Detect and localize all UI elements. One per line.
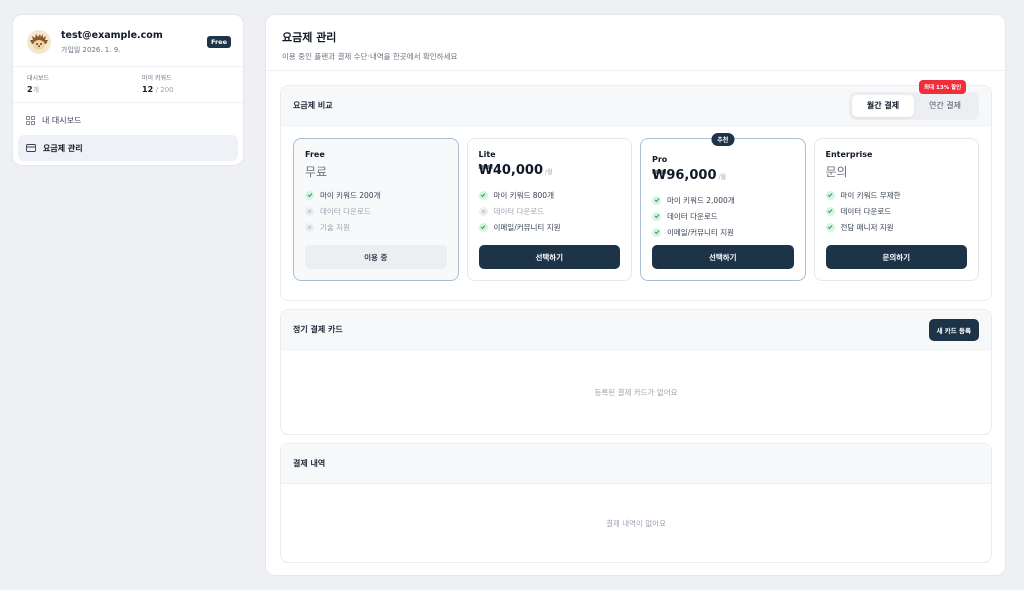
payment-history-header: 결제 내역 [281, 444, 991, 484]
select-pro-button[interactable]: 선택하기 [652, 245, 794, 269]
usage-stats: 대시보드 2개 마이 키워드 12 / 200 [13, 67, 243, 103]
check-icon [652, 195, 661, 205]
yearly-billing-tab[interactable]: 연간 결제 [914, 95, 976, 117]
plan-price: 문의 [825, 165, 848, 179]
user-email: test@example.com [61, 30, 163, 41]
join-date: 가입일 2026. 1. 9. [61, 46, 121, 54]
current-plan-button[interactable]: 이용 중 [305, 245, 447, 269]
check-icon [478, 222, 488, 232]
payment-history-title: 결제 내역 [293, 459, 326, 468]
recommended-badge: 추천 [711, 133, 735, 146]
billing-card-header: 정기 결제 카드 새 카드 등록 [281, 310, 991, 350]
sidebar-item-billing[interactable]: 요금제 관리 [18, 135, 238, 161]
feature-item: 데이터 다운로드 [825, 203, 968, 219]
check-icon [825, 222, 835, 232]
add-card-button[interactable]: 새 카드 등록 [928, 318, 979, 341]
plan-compare-section: 요금제 비교 최대 13% 할인 월간 결제 연간 결제 Free 무료 마이 … [280, 79, 992, 301]
billing-card-title: 정기 결제 카드 [293, 325, 343, 334]
plan-name: Free [305, 150, 325, 159]
feature-item: 마이 키워드 2,000개 [652, 192, 794, 208]
plan-cards: Free 무료 마이 키워드 200개 데이터 다운로드 기술 지원 이용 중 … [281, 126, 991, 293]
check-icon [825, 206, 835, 216]
select-lite-button[interactable]: 선택하기 [478, 245, 620, 269]
payment-history-section: 결제 내역 결제 내역이 없어요 [280, 443, 992, 563]
check-icon [305, 190, 314, 200]
check-icon [825, 190, 835, 200]
page-subtitle: 이용 중인 플랜과 결제 수단·내역을 한곳에서 확인하세요 [282, 52, 458, 61]
plan-compare-header: 요금제 비교 최대 13% 할인 월간 결제 연간 결제 [281, 79, 991, 126]
plan-price: ₩40,000 [478, 163, 544, 178]
stat-dashboards-label: 대시보드 [27, 75, 50, 82]
plan-badge: Free [206, 36, 231, 48]
billing-card-empty: 등록된 결제 카드가 없어요 [594, 387, 678, 397]
discount-badge: 최대 13% 할인 [919, 79, 967, 94]
x-icon [305, 222, 314, 232]
page-title: 요금제 관리 [282, 31, 337, 44]
stat-keywords-total: / 200 [155, 86, 174, 94]
monthly-billing-tab[interactable]: 월간 결제 [852, 94, 914, 117]
plan-name: Enterprise [825, 150, 873, 159]
billing-card-section: 정기 결제 카드 새 카드 등록 등록된 결제 카드가 없어요 [280, 309, 992, 435]
card-icon [26, 144, 36, 152]
page-header: 요금제 관리 이용 중인 플랜과 결제 수단·내역을 한곳에서 확인하세요 [266, 15, 1005, 71]
check-icon [652, 227, 661, 237]
stat-dashboards: 대시보드 2개 [13, 67, 128, 102]
feature-item: 데이터 다운로드 [478, 203, 621, 219]
feature-item: 마이 키워드 무제한 [825, 187, 968, 203]
stat-dashboards-unit: 개 [32, 86, 40, 94]
plan-card-enterprise: Enterprise 문의 마이 키워드 무제한 데이터 다운로드 전담 매니저… [813, 138, 979, 281]
check-icon [478, 190, 488, 200]
plan-name: Lite [478, 150, 496, 159]
sidebar: test@example.com 가입일 2026. 1. 9. Free 대시… [12, 14, 244, 166]
feature-item: 이메일/커뮤니티 지원 [652, 224, 794, 240]
plan-name: Pro [652, 155, 668, 164]
x-icon [478, 206, 488, 216]
main-panel: 요금제 관리 이용 중인 플랜과 결제 수단·내역을 한곳에서 확인하세요 요금… [265, 14, 1006, 576]
feature-item: 데이터 다운로드 [652, 208, 794, 224]
feature-item: 기술 지원 [305, 219, 447, 235]
plan-price-unit: /월 [545, 169, 553, 176]
sidebar-item-label: 내 대시보드 [42, 115, 82, 125]
feature-item: 전담 매니저 지원 [825, 219, 968, 235]
check-icon [652, 211, 661, 221]
grid-icon [26, 115, 35, 125]
stat-keywords: 마이 키워드 12 / 200 [128, 67, 243, 102]
sidebar-item-my-dashboard[interactable]: 내 대시보드 [18, 107, 238, 133]
plan-card-free: Free 무료 마이 키워드 200개 데이터 다운로드 기술 지원 이용 중 [293, 138, 459, 281]
billing-period-toggle: 최대 13% 할인 월간 결제 연간 결제 [849, 79, 979, 120]
payment-history-empty: 결제 내역이 없어요 [606, 518, 666, 528]
x-icon [305, 206, 314, 216]
plan-price: ₩96,000 [652, 168, 717, 183]
plan-compare-title: 요금제 비교 [293, 101, 333, 110]
sidebar-nav: 내 대시보드 요금제 관리 [13, 103, 243, 165]
plan-card-lite: Lite ₩40,000/월 마이 키워드 800개 데이터 다운로드 이메일/… [466, 138, 632, 281]
plan-price-unit: /월 [718, 174, 727, 181]
profile-header: test@example.com 가입일 2026. 1. 9. Free [13, 15, 243, 67]
feature-item: 마이 키워드 800개 [478, 187, 621, 203]
stat-keywords-value: 12 [142, 85, 154, 94]
plan-card-pro: 추천 Pro ₩96,000/월 마이 키워드 2,000개 데이터 다운로드 … [640, 133, 806, 281]
feature-item: 마이 키워드 200개 [305, 187, 447, 203]
feature-item: 데이터 다운로드 [305, 203, 447, 219]
hedgehog-avatar-icon [27, 30, 51, 54]
feature-item: 이메일/커뮤니티 지원 [478, 219, 621, 235]
sidebar-item-label: 요금제 관리 [43, 143, 83, 153]
contact-sales-button[interactable]: 문의하기 [825, 245, 967, 269]
stat-keywords-label: 마이 키워드 [142, 75, 172, 82]
plan-price: 무료 [305, 165, 328, 179]
